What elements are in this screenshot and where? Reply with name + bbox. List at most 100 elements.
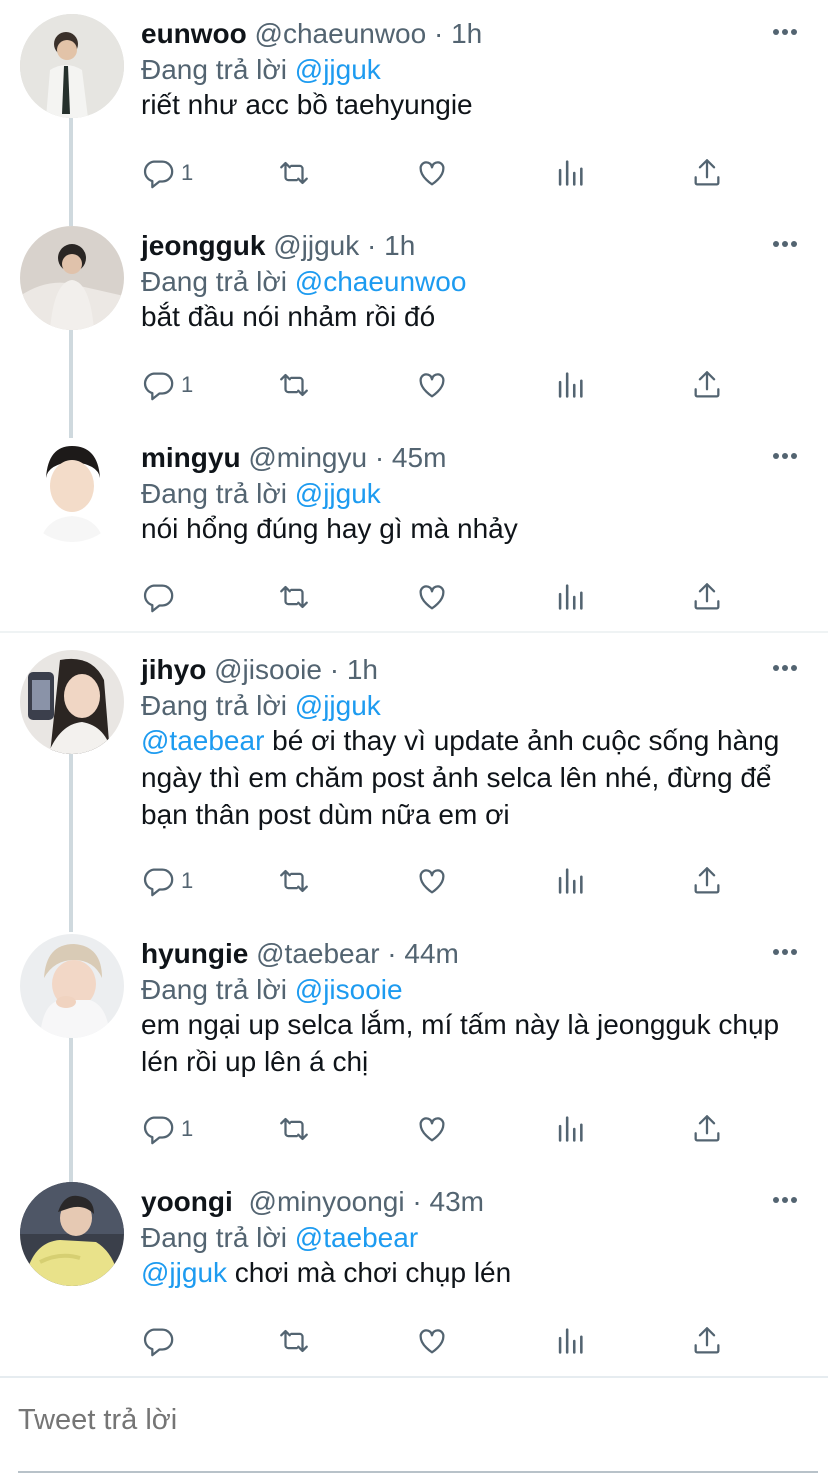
timestamp[interactable]: 1h xyxy=(347,654,378,685)
text-mention[interactable]: @taebear xyxy=(141,725,264,756)
retweet-button[interactable] xyxy=(277,368,311,402)
share-button[interactable] xyxy=(690,1324,724,1358)
like-button[interactable] xyxy=(415,864,449,898)
tweet[interactable]: eunwoo @chaeunwoo · 1h Đang trả lời @jjg… xyxy=(0,2,828,210)
tweet[interactable]: yoongi @minyoongi · 43m Đang trả lời @ta… xyxy=(0,1170,828,1370)
reply-button[interactable]: 1 xyxy=(141,368,193,402)
retweet-button[interactable] xyxy=(277,1324,311,1358)
author-handle[interactable]: @jisooie xyxy=(214,654,322,685)
like-icon xyxy=(419,161,445,186)
replying-mention[interactable]: @jjguk xyxy=(295,478,381,509)
like-icon xyxy=(419,1117,445,1142)
more-icon[interactable] xyxy=(772,948,798,956)
like-button[interactable] xyxy=(415,1324,449,1358)
reply-input[interactable] xyxy=(18,1404,778,1437)
tweet-text: bắt đầu nói nhảm rồi đó xyxy=(141,301,436,332)
like-button[interactable] xyxy=(415,580,449,614)
timestamp[interactable]: 44m xyxy=(404,938,458,969)
more-icon[interactable] xyxy=(772,1196,798,1204)
analytics-button[interactable] xyxy=(553,580,587,614)
retweet-button[interactable] xyxy=(277,1112,311,1146)
analytics-icon xyxy=(558,372,583,398)
replying-mention[interactable]: @jjguk xyxy=(295,54,381,85)
analytics-button[interactable] xyxy=(553,156,587,190)
share-icon xyxy=(694,1327,720,1354)
more-icon[interactable] xyxy=(772,664,798,672)
reply-button[interactable]: 1 xyxy=(141,864,193,898)
share-icon xyxy=(694,159,720,186)
like-icon xyxy=(419,373,445,398)
tweet-header: jeongguk @jjguk · 1h xyxy=(141,230,415,262)
replying-to: Đang trả lời @jisooie xyxy=(141,974,403,1006)
separator: · xyxy=(329,654,340,685)
retweet-button[interactable] xyxy=(277,864,311,898)
retweet-button[interactable] xyxy=(277,156,311,190)
separator: · xyxy=(412,1186,422,1217)
replying-mention[interactable]: @taebear xyxy=(295,1222,418,1253)
analytics-button[interactable] xyxy=(553,864,587,898)
tweet[interactable]: mingyu @mingyu · 45m Đang trả lời @jjguk… xyxy=(0,426,828,630)
timestamp[interactable]: 1h xyxy=(384,230,415,261)
tweet-text: @jjguk chơi mà chơi chụp lén xyxy=(141,1254,801,1291)
replying-mention[interactable]: @chaeunwoo xyxy=(295,266,467,297)
share-button[interactable] xyxy=(690,368,724,402)
tweet[interactable]: hyungie @taebear · 44m Đang trả lời @jis… xyxy=(0,922,828,1162)
analytics-button[interactable] xyxy=(553,368,587,402)
author-name[interactable]: mingyu xyxy=(141,442,241,473)
like-button[interactable] xyxy=(415,368,449,402)
tweet[interactable]: jeongguk @jjguk · 1h Đang trả lời @chaeu… xyxy=(0,214,828,422)
reply-icon xyxy=(143,160,174,189)
reply-button[interactable]: 1 xyxy=(141,1112,193,1146)
reply-button[interactable]: 1 xyxy=(141,156,193,190)
author-name[interactable]: eunwoo xyxy=(141,18,247,49)
retweet-icon xyxy=(280,161,308,185)
timestamp[interactable]: 43m xyxy=(430,1186,484,1217)
reply-count: 1 xyxy=(181,1116,194,1141)
more-icon[interactable] xyxy=(772,240,798,248)
author-handle[interactable]: @mingyu xyxy=(248,442,367,473)
reply-icon xyxy=(143,1328,174,1357)
tweet-actions: 1 xyxy=(141,156,741,196)
avatar[interactable] xyxy=(20,14,124,118)
like-button[interactable] xyxy=(415,156,449,190)
replying-to: Đang trả lời @jjguk xyxy=(141,54,381,86)
tweet-actions xyxy=(141,580,741,620)
author-name[interactable]: jihyo xyxy=(141,654,206,685)
text-mention[interactable]: @jjguk xyxy=(141,1257,227,1288)
replying-to: Đang trả lời @chaeunwoo xyxy=(141,266,466,298)
replying-to: Đang trả lời @jjguk xyxy=(141,690,381,722)
share-button[interactable] xyxy=(690,864,724,898)
replying-mention[interactable]: @jjguk xyxy=(295,690,381,721)
share-button[interactable] xyxy=(690,1112,724,1146)
reply-button[interactable] xyxy=(141,580,175,614)
tweet[interactable]: jihyo @jisooie · 1h Đang trả lời @jjguk … xyxy=(0,638,828,908)
author-name[interactable]: yoongi xyxy=(141,1186,233,1217)
avatar[interactable] xyxy=(20,650,124,754)
analytics-button[interactable] xyxy=(553,1112,587,1146)
avatar[interactable] xyxy=(20,438,124,542)
author-name[interactable]: jeongguk xyxy=(141,230,265,261)
author-handle[interactable]: @chaeunwoo xyxy=(255,18,427,49)
share-button[interactable] xyxy=(690,580,724,614)
analytics-icon xyxy=(558,1328,583,1354)
like-button[interactable] xyxy=(415,1112,449,1146)
reply-button[interactable] xyxy=(141,1324,175,1358)
avatar[interactable] xyxy=(20,934,124,1038)
analytics-button[interactable] xyxy=(553,1324,587,1358)
share-button[interactable] xyxy=(690,156,724,190)
separator: · xyxy=(433,18,444,49)
avatar[interactable] xyxy=(20,1182,124,1286)
author-handle[interactable]: @jjguk xyxy=(273,230,359,261)
tweet-text: nói hổng đúng hay gì mà nhảy xyxy=(141,513,518,544)
author-handle[interactable]: @taebear xyxy=(256,938,379,969)
avatar[interactable] xyxy=(20,226,124,330)
replying-mention[interactable]: @jisooie xyxy=(295,974,403,1005)
timestamp[interactable]: 45m xyxy=(392,442,446,473)
tweet-text: em ngại up selca lắm, mí tấm này là jeon… xyxy=(141,1009,780,1077)
timestamp[interactable]: 1h xyxy=(451,18,482,49)
retweet-button[interactable] xyxy=(277,580,311,614)
author-handle[interactable]: @minyoongi xyxy=(249,1186,405,1217)
author-name[interactable]: hyungie xyxy=(141,938,248,969)
more-icon[interactable] xyxy=(772,452,798,460)
more-icon[interactable] xyxy=(772,28,798,36)
